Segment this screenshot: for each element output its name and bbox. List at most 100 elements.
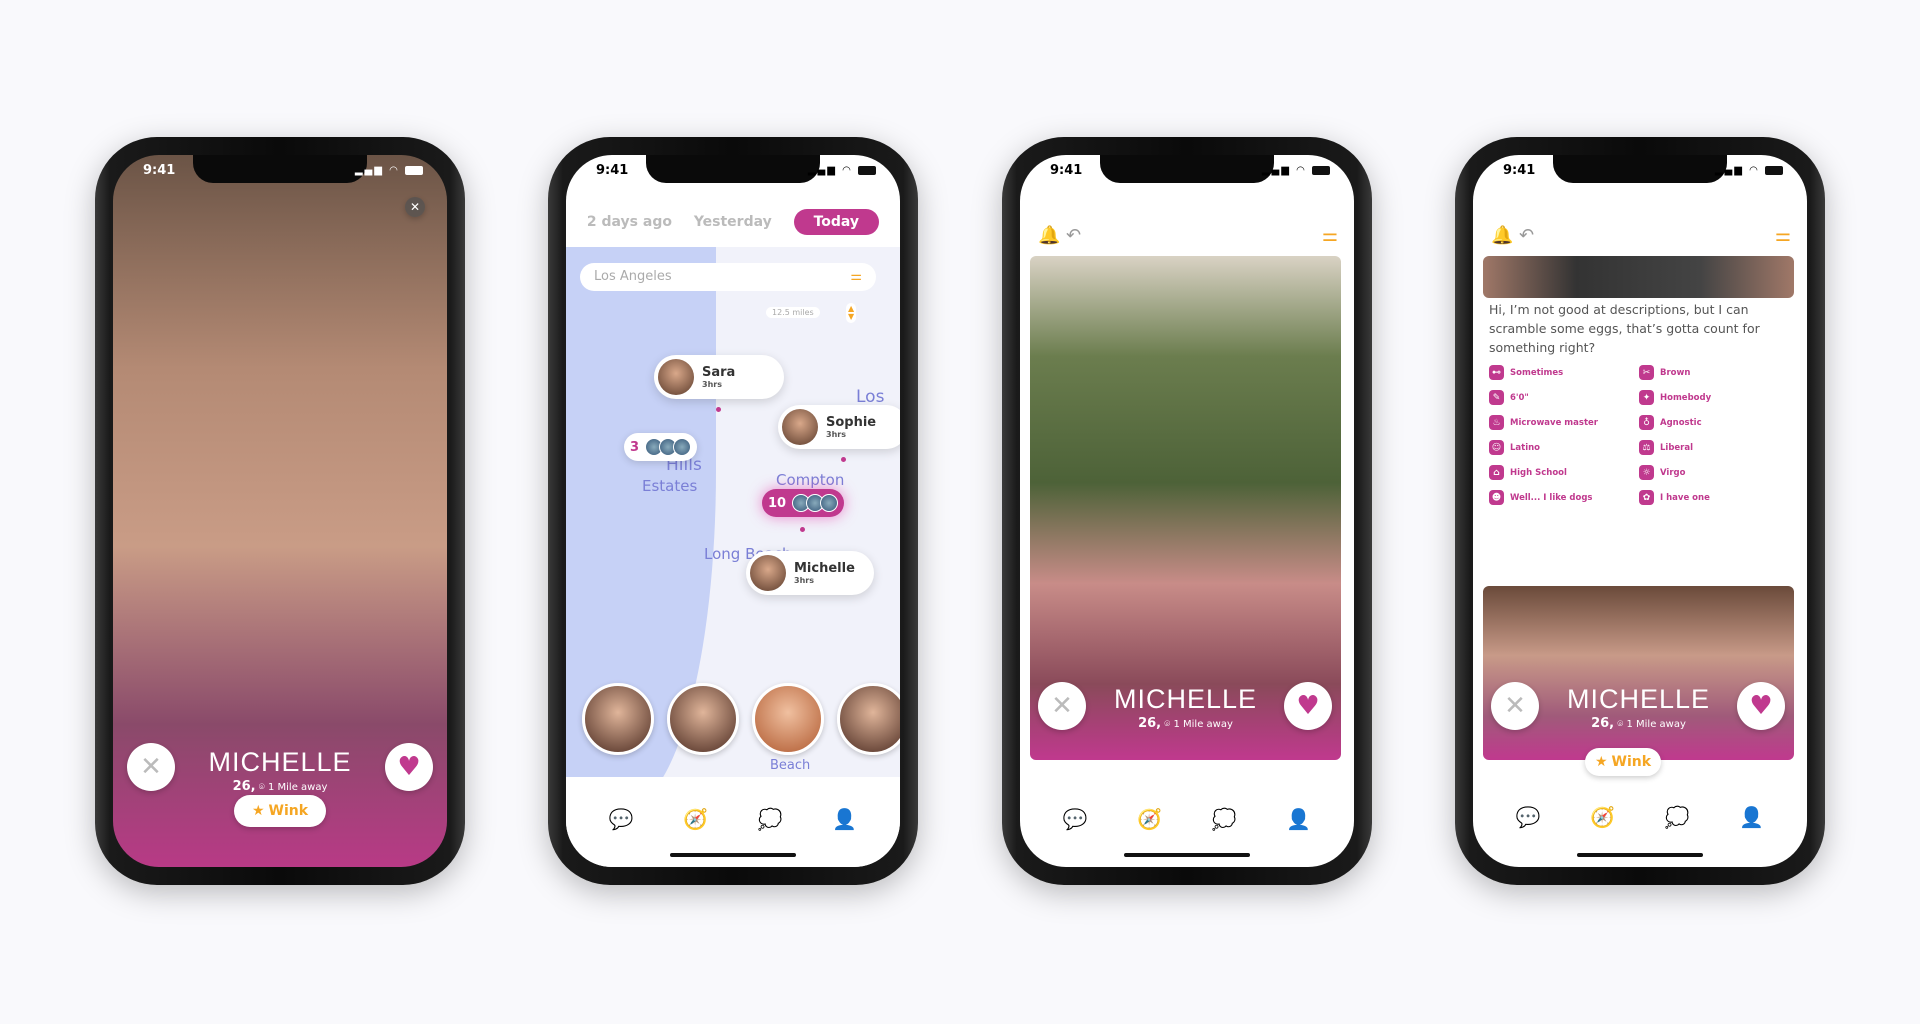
location-pin-icon: ⌾: [1617, 719, 1624, 730]
tab-today[interactable]: Today: [793, 209, 880, 235]
profile-meta: 26, ⌾ 1 Mile away: [1591, 716, 1686, 731]
status-icons: ▂▄▆ ◠: [808, 165, 876, 176]
wink-button[interactable]: ★ Wink: [1585, 748, 1661, 776]
phone-discover-map: 9:41 ▂▄▆ ◠ 2 days ago Yesterday Today Lo…: [548, 137, 918, 885]
filter-icon[interactable]: ⚌: [1322, 225, 1338, 246]
trait-label: High School: [1510, 467, 1567, 478]
matches-icon[interactable]: 💬: [1516, 805, 1541, 829]
chef-icon: ♨: [1489, 415, 1504, 430]
map-pin-michelle[interactable]: Michelle 3hrs: [746, 551, 874, 595]
pet-icon: ☻: [1489, 490, 1504, 505]
tab-2-days-ago[interactable]: 2 days ago: [587, 214, 672, 230]
chat-icon[interactable]: 💭: [758, 807, 783, 867]
compass-icon[interactable]: 🧭: [1137, 807, 1162, 831]
dumbbell-icon: ⊷: [1489, 365, 1504, 380]
map-pin-sophie[interactable]: Sophie 3hrs: [778, 405, 900, 449]
star-icon: ★: [251, 803, 265, 819]
status-icons: ▂▄▆ ◠: [355, 165, 423, 176]
nearby-avatars: [566, 683, 900, 757]
trait-item: ✦ Homebody: [1639, 390, 1789, 405]
city-label: Estates: [642, 477, 698, 495]
map-cluster-3[interactable]: 3: [624, 433, 698, 461]
trait-item: ♨ Microwave master: [1489, 415, 1639, 430]
profile-name: MICHELLE: [208, 747, 352, 777]
trait-label: Sometimes: [1510, 367, 1564, 378]
undo-icon[interactable]: ↶: [1066, 225, 1081, 246]
politics-icon: ⚖: [1639, 440, 1654, 455]
filter-icon[interactable]: ⚌: [1775, 225, 1791, 246]
home-indicator: [1124, 853, 1250, 857]
chat-icon[interactable]: 💭: [1665, 805, 1690, 829]
wink-button[interactable]: ★ Wink: [234, 795, 326, 827]
profile-card[interactable]: ✕ ♥ MICHELLE 26, ⌾ 1 Mile away: [1030, 256, 1341, 760]
tab-yesterday[interactable]: Yesterday: [694, 214, 772, 230]
city-label: Beach: [770, 758, 811, 773]
trait-label: Latino: [1510, 442, 1541, 453]
profile-meta: 26, ⌾ 1 Mile away: [232, 779, 328, 794]
avatar[interactable]: [582, 683, 654, 755]
bottom-nav: 💬 🧭 💭 👤: [1020, 807, 1354, 831]
trait-label: Homebody: [1660, 392, 1712, 403]
close-button[interactable]: ✕: [405, 197, 425, 217]
trait-label: Well... I like dogs: [1510, 492, 1593, 503]
map-cluster-10[interactable]: 10: [762, 489, 845, 517]
radius-stepper[interactable]: ▲ ▼: [846, 303, 857, 323]
trait-list: ⊷ Sometimes ✂ Brown ✎ 6'0" ✦ Homebody ♨ Microwave…: [1489, 365, 1789, 505]
phone-profile-fullscreen: 9:41 ▂▄▆ ◠ ✕ ✕ ♥ MICHELLE 26, ⌾ 1 Mile a…: [95, 137, 465, 885]
trait-label: 6'0": [1510, 392, 1529, 403]
trait-item: ☼ Virgo: [1639, 465, 1789, 480]
trait-item: ✎ 6'0": [1489, 390, 1639, 405]
city-label: Compton: [776, 471, 845, 489]
trait-label: Microwave master: [1510, 417, 1598, 428]
zodiac-icon: ☼: [1639, 465, 1654, 480]
chat-icon[interactable]: 💭: [1212, 807, 1237, 831]
location-search-input[interactable]: Los Angeles ⚌: [580, 263, 876, 291]
screen: 9:41 ▂▄▆ ◠ 🔔 ↶ ⚌ Hi, I’m not good at des…: [1473, 155, 1807, 867]
city-label: Los: [856, 387, 885, 407]
avatar[interactable]: [837, 683, 900, 755]
location-pin-icon: ⌾: [258, 782, 265, 793]
map-pin-sara[interactable]: Sara 3hrs: [654, 355, 784, 399]
trait-item: ⊷ Sometimes: [1489, 365, 1639, 380]
location-pin-icon: ⌾: [1164, 719, 1171, 730]
bell-icon[interactable]: 🔔: [1038, 225, 1060, 246]
notch: [1553, 155, 1727, 183]
status-icons: ▂▄▆ ◠: [1715, 165, 1783, 176]
matches-icon[interactable]: 💬: [1063, 807, 1088, 831]
matches-icon[interactable]: 💬: [609, 807, 634, 867]
undo-icon[interactable]: ↶: [1519, 225, 1534, 246]
avatar[interactable]: [667, 683, 739, 755]
trait-label: Virgo: [1660, 467, 1686, 478]
avatar: [658, 359, 694, 395]
status-time: 9:41: [596, 163, 629, 178]
screen: 9:41 ▂▄▆ ◠ ✕ ✕ ♥ MICHELLE 26, ⌾ 1 Mile a…: [113, 155, 447, 867]
notch: [646, 155, 820, 183]
party-icon: ✦: [1639, 390, 1654, 405]
pin-dot: [800, 527, 805, 532]
phone-profile-card: 9:41 ▂▄▆ ◠ 🔔 ↶ ⚌ ✕ ♥ MICHELLE 26, ⌾ 1 Mi…: [1002, 137, 1372, 885]
trait-label: I have one: [1660, 492, 1710, 503]
profile-icon[interactable]: 👤: [1739, 805, 1764, 829]
pin-dot: [716, 407, 721, 412]
paw-icon: ✿: [1639, 490, 1654, 505]
star-icon: ★: [1594, 754, 1608, 770]
profile-icon[interactable]: 👤: [1286, 807, 1311, 831]
home-indicator: [670, 853, 796, 857]
profile-name: MICHELLE: [1113, 684, 1258, 714]
avatar: [750, 555, 786, 591]
ruler-icon: ✎: [1489, 390, 1504, 405]
trait-item: ☻ Well... I like dogs: [1489, 490, 1639, 505]
profile-photo-bottom[interactable]: ✕ ♥ MICHELLE 26, ⌾ 1 Mile away: [1483, 586, 1794, 760]
people-icon: ☺: [1489, 440, 1504, 455]
avatar[interactable]: [752, 683, 824, 755]
bell-icon[interactable]: 🔔: [1491, 225, 1513, 246]
compass-icon[interactable]: 🧭: [1590, 805, 1615, 829]
trait-label: Agnostic: [1660, 417, 1702, 428]
profile-icon[interactable]: 👤: [832, 807, 857, 867]
trait-label: Brown: [1660, 367, 1691, 378]
notch: [193, 155, 367, 183]
radius-label: 12.5 miles: [766, 307, 820, 318]
trait-item: ⚖ Liberal: [1639, 440, 1789, 455]
compass-icon[interactable]: 🧭: [683, 807, 708, 867]
profile-meta: 26, ⌾ 1 Mile away: [1138, 716, 1233, 731]
